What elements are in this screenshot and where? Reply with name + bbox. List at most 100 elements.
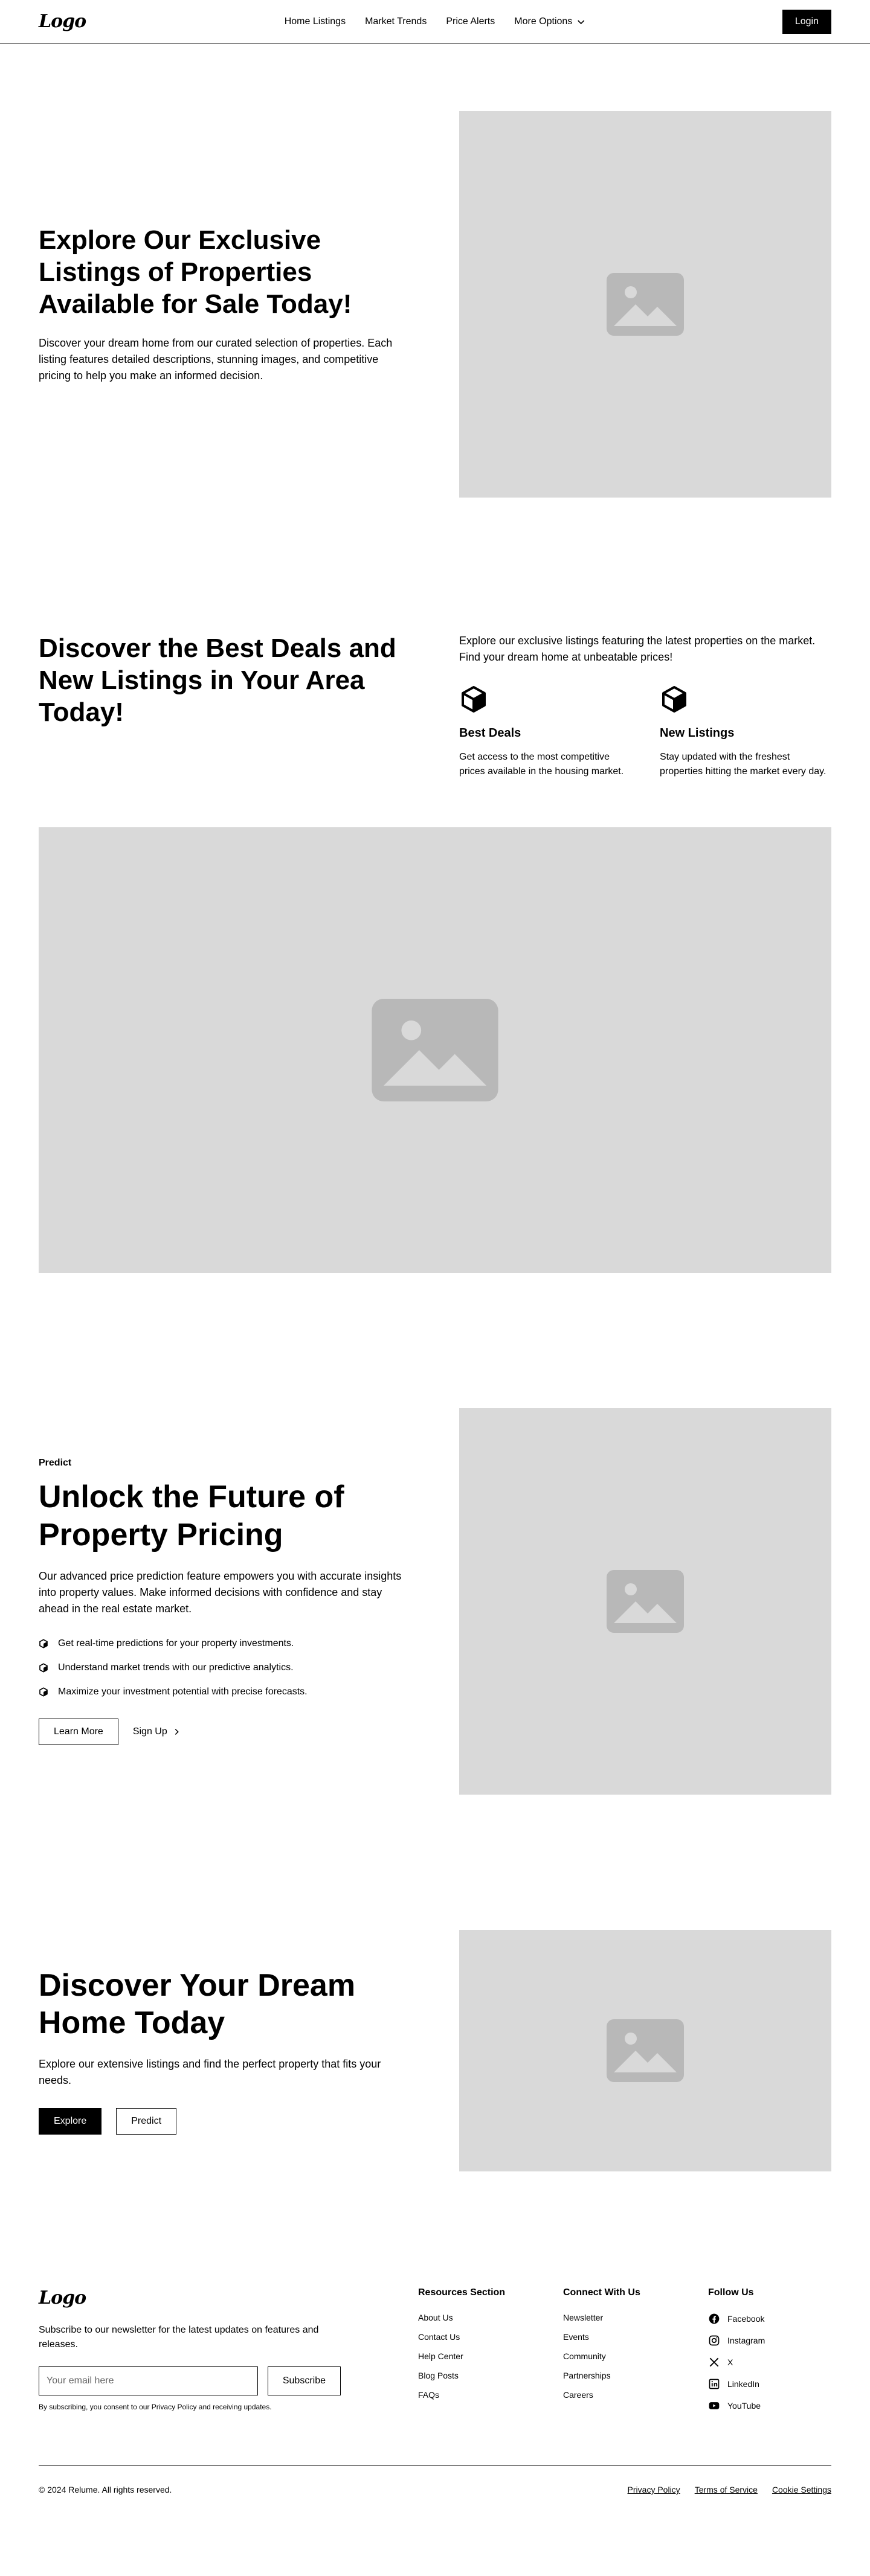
nav-link-market-trends[interactable]: Market Trends [365,16,427,27]
cookie-settings-link[interactable]: Cookie Settings [772,2485,831,2494]
social-label: X [727,2357,733,2367]
email-field[interactable] [39,2366,258,2395]
deals-intro: Explore our exclusive listings featuring… [459,635,816,663]
predict-actions: Learn More Sign Up [39,1718,411,1745]
more-options-label: More Options [514,16,573,27]
hero-content: Explore Our Exclusive Listings of Proper… [39,225,411,383]
feature-new-listings: New Listings Stay updated with the fresh… [660,685,831,779]
linkedin-icon [709,2379,720,2389]
chevron-right-icon [175,1728,179,1735]
deals-header: Discover the Best Deals and New Listings… [39,633,831,779]
footer-logo[interactable]: Logo [39,2287,341,2308]
cube-icon [462,686,486,713]
social-label: Facebook [727,2314,765,2324]
cta-image-placeholder [459,1930,831,2171]
privacy-policy-link[interactable]: Privacy Policy [628,2485,680,2494]
image-icon [372,999,498,1101]
predict-button[interactable]: Predict [116,2108,177,2135]
newsletter-form: Subscribe [39,2366,341,2395]
terms-of-service-link[interactable]: Terms of Service [695,2485,758,2494]
more-options-dropdown[interactable]: More Options [514,16,585,27]
deals-section: Discover the Best Deals and New Listings… [0,565,870,1341]
footer: Logo Subscribe to our newsletter for the… [0,2239,870,2543]
copyright: © 2024 Relume. All rights reserved. [39,2485,172,2494]
image-icon [607,273,684,336]
list-item: Get real-time predictions for your prope… [39,1636,411,1651]
footer-bottom: © 2024 Relume. All rights reserved. Priv… [39,2485,831,2494]
cta-heading: Discover Your Dream Home Today [39,1967,356,2040]
cta-content: Discover Your Dream Home Today Explore o… [39,1967,411,2135]
nav-links: Home Listings Market Trends Price Alerts… [285,16,586,27]
footer-link[interactable]: Contact Us [418,2327,539,2347]
list-item: Understand market trends with our predic… [39,1661,411,1675]
image-icon [607,1570,684,1633]
cube-icon [662,686,686,713]
social-link-x[interactable]: X [708,2351,829,2373]
hero-body: Discover your dream home from our curate… [39,336,393,382]
predict-content: Predict Unlock the Future of Property Pr… [39,1458,411,1745]
newsletter-text: Subscribe to our newsletter for the late… [39,2325,319,2350]
hero-section: Explore Our Exclusive Listings of Proper… [0,43,870,565]
footer-link[interactable]: About Us [418,2308,539,2327]
feature-best-deals: Best Deals Get access to the most compet… [459,685,631,779]
learn-more-button[interactable]: Learn More [39,1718,118,1745]
cube-icon [39,1687,48,1697]
consent-text: By subscribing, you consent to our Priva… [39,2403,272,2411]
predict-section: Predict Unlock the Future of Property Pr… [0,1341,870,1862]
social-link-linkedin[interactable]: LinkedIn [708,2373,829,2395]
footer-column-title: Resources Section [418,2287,506,2298]
predict-tagline: Predict [39,1458,72,1469]
social-link-youtube[interactable]: YouTube [708,2395,829,2417]
footer-link[interactable]: FAQs [418,2385,539,2405]
footer-top: Logo Subscribe to our newsletter for the… [39,2287,831,2417]
footer-column-resources: Resources Section About Us Contact Us He… [418,2287,539,2417]
login-button[interactable]: Login [782,9,831,34]
footer-column-follow: Follow Us Facebook Instagram X LinkedIn … [708,2287,829,2417]
sign-up-link[interactable]: Sign Up [133,1726,181,1737]
social-label: LinkedIn [727,2379,759,2389]
bullet-text: Get real-time predictions for your prope… [58,1638,294,1648]
predict-heading: Unlock the Future of Property Pricing [39,1479,344,1552]
navbar: Logo Home Listings Market Trends Price A… [0,0,870,43]
social-label: Instagram [727,2336,765,2345]
footer-link[interactable]: Careers [563,2385,684,2405]
footer-link[interactable]: Blog Posts [418,2366,539,2385]
chevron-down-icon [577,19,584,24]
footer-link[interactable]: Community [563,2347,684,2366]
deals-right: Explore our exclusive listings featuring… [459,633,831,779]
nav-link-home-listings[interactable]: Home Listings [285,16,346,27]
predict-image-placeholder [459,1408,831,1795]
cta-body: Explore our extensive listings and find … [39,2058,381,2087]
footer-link[interactable]: Events [563,2327,684,2347]
footer-link[interactable]: Help Center [418,2347,539,2366]
footer-link[interactable]: Partnerships [563,2366,684,2385]
social-link-facebook[interactable]: Facebook [708,2308,829,2330]
facebook-icon [709,2313,720,2324]
hero-heading: Explore Our Exclusive Listings of Proper… [39,225,352,319]
feature-title: New Listings [660,726,735,740]
nav-link-price-alerts[interactable]: Price Alerts [446,16,495,27]
footer-column-title: Connect With Us [563,2287,640,2298]
feature-body: Stay updated with the freshest propertie… [660,752,826,777]
feature-list: Best Deals Get access to the most compet… [459,685,831,779]
newsletter: Logo Subscribe to our newsletter for the… [39,2287,341,2417]
subscribe-button[interactable]: Subscribe [267,2366,341,2395]
cube-icon [39,1639,48,1648]
legal-links: Privacy Policy Terms of Service Cookie S… [628,2485,831,2494]
social-link-instagram[interactable]: Instagram [708,2330,829,2351]
youtube-icon [709,2402,720,2409]
footer-column-connect: Connect With Us Newsletter Events Commun… [563,2287,684,2417]
image-icon [607,2019,684,2082]
logo[interactable]: Logo [39,11,86,32]
footer-link[interactable]: Newsletter [563,2308,684,2327]
instagram-icon [709,2335,720,2346]
cta-section: Discover Your Dream Home Today Explore o… [0,1862,870,2239]
deals-image-placeholder [39,827,831,1273]
cta-actions: Explore Predict [39,2108,411,2135]
bullet-text: Understand market trends with our predic… [58,1662,294,1673]
list-item: Maximize your investment potential with … [39,1685,411,1699]
explore-button[interactable]: Explore [39,2108,102,2135]
sign-up-label: Sign Up [132,1726,167,1737]
deals-heading: Discover the Best Deals and New Listings… [39,633,396,727]
cube-icon [39,1663,48,1673]
